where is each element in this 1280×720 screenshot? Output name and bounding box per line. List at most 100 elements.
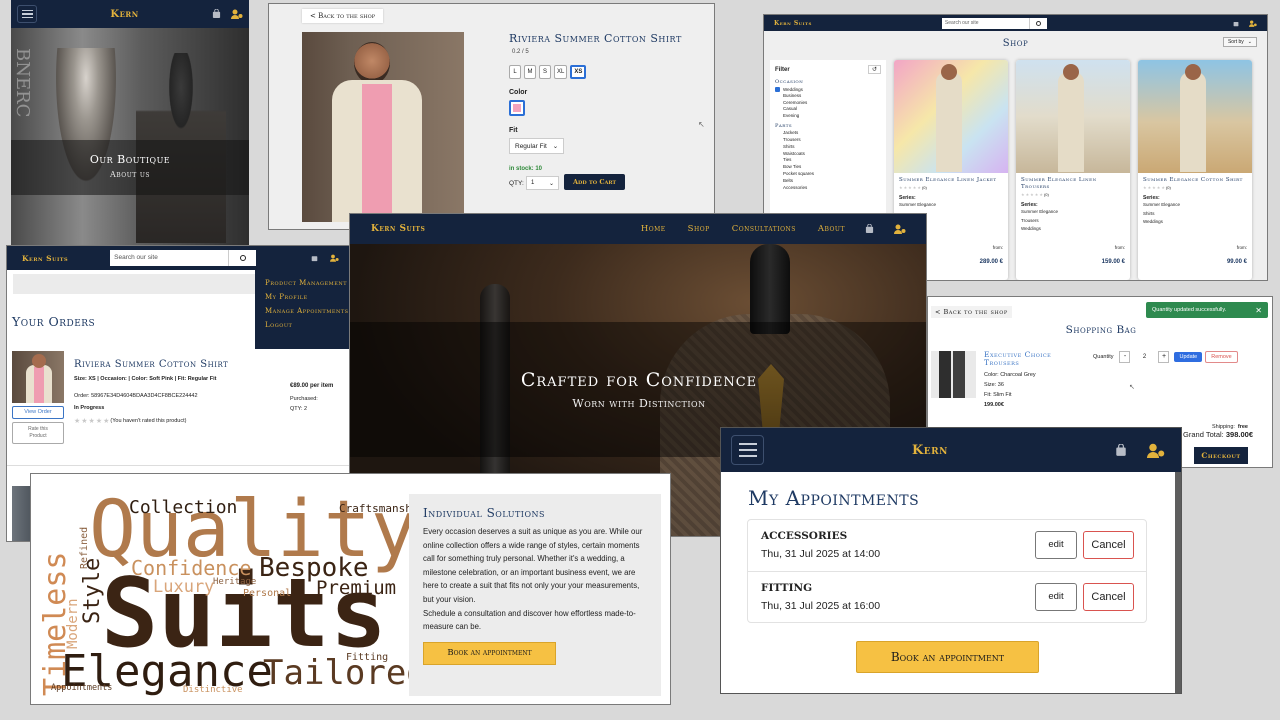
shopping-bag-icon[interactable] [311,254,318,262]
part-option[interactable]: Accessories [775,185,881,190]
part-option[interactable]: Waistcoats [775,151,881,156]
menu-icon[interactable] [17,5,37,23]
nav-link-consultations[interactable]: Consultations [732,224,796,234]
view-order-button[interactable]: View Order [12,406,64,419]
remove-button[interactable]: Remove [1205,351,1238,363]
product-card[interactable]: Summer Elegance Cotton Shirt ★★★★★ (0) Seri… [1138,60,1252,280]
product-card[interactable]: Summer Elegance Linen Trousers ★★★★★ (0) Se… [1016,60,1130,280]
sort-select[interactable]: Sort by ⌄ [1222,37,1257,47]
product-name: Riviera Summer Cotton Shirt [509,32,682,45]
product-rating: 0.2 / 5 [512,49,529,55]
brand-logo[interactable]: Kern Suits [371,224,425,234]
rate-product-button[interactable]: Rate this Product [12,422,64,444]
shopping-bag-icon[interactable] [212,9,221,19]
add-to-cart-button[interactable]: Add to Cart [564,174,626,190]
divider [7,465,355,466]
product-card-name[interactable]: Summer Elegance Linen Jacket [894,173,1008,184]
grand-total-row: Grand Total: 398.00€ [1182,430,1253,439]
user-gear-icon[interactable] [330,254,339,262]
search-button[interactable] [228,250,257,266]
back-to-shop-button[interactable]: < Back to the shop [302,9,384,23]
word-personal: Personal [243,588,291,599]
order-item-name[interactable]: Riviera Summer Cotton Shirt [74,359,228,370]
menu-icon[interactable] [731,435,764,465]
nav-link-shop[interactable]: Shop [688,224,710,234]
search-input[interactable]: Search our site [110,250,229,266]
search-input[interactable]: Search our site [941,17,1029,29]
part-option[interactable]: Trousers [775,137,881,142]
quantity-label: Quantity [1093,354,1114,360]
nav-link-about[interactable]: About [818,224,845,234]
back-to-shop-button[interactable]: < Back to the shop [931,306,1012,318]
part-option[interactable]: Jackets [775,130,881,135]
user-gear-icon[interactable] [1249,20,1257,27]
part-option[interactable]: Belts [775,178,881,183]
brand-logo[interactable]: Kern Suits [774,20,812,27]
bag-item-name[interactable]: Executive Choice Trousers [984,351,1069,367]
cancel-button[interactable]: Cancel [1083,583,1134,611]
size-option-m[interactable]: M [524,65,536,79]
book-appointment-button[interactable]: Book an appointment [856,641,1039,673]
appointment-date: Thu, 31 Jul 2025 at 14:00 [761,548,881,560]
product-card-name[interactable]: Summer Elegance Cotton Shirt [1138,173,1252,184]
brand-logo[interactable]: Kern [110,9,138,20]
product-price: 99.00 € [1226,259,1247,265]
edit-button[interactable]: edit [1035,583,1077,611]
occasion-option[interactable]: Ceremonies [775,100,881,105]
brand-logo[interactable]: Kern [912,443,948,458]
part-option[interactable]: Pocket squares [775,171,881,176]
occasion-option[interactable]: Weddings [775,86,881,92]
word-luxury: Luxury [153,577,214,597]
user-gear-icon[interactable] [231,9,243,19]
qty-select[interactable]: 1 ⌄ [526,176,559,190]
decrement-button[interactable]: - [1119,351,1131,363]
reset-icon[interactable]: ↺ [867,65,881,74]
search-button[interactable] [1028,17,1047,29]
fit-select[interactable]: Regular Fit ⌄ [509,138,565,154]
size-option-xl[interactable]: XL [554,65,568,79]
dropdown-item[interactable]: Product Management [265,279,347,287]
word-distinctive: Distinctive [183,685,243,695]
update-button[interactable]: Update [1174,352,1203,362]
part-option[interactable]: Ties [775,157,881,162]
part-option[interactable]: Shirts [775,144,881,149]
occasion-list: Weddings Business Ceremonies Casual Evening [775,86,881,118]
quantity-input[interactable]: 2 [1133,351,1155,363]
user-gear-icon[interactable] [894,224,906,234]
dropdown-item[interactable]: My Profile [265,293,347,301]
occasion-option[interactable]: Casual [775,106,881,111]
boutique-title: Our Boutique [89,153,171,166]
dropdown-item[interactable]: Manage Appointments [265,307,348,315]
close-icon[interactable]: ✕ [1255,306,1262,315]
shopping-bag-icon[interactable] [1233,20,1239,27]
order-status: In Progress [74,405,105,411]
size-option-s[interactable]: S [539,65,551,79]
occasion-option[interactable]: Business [775,93,881,98]
price-from: from: [992,245,1003,250]
checkbox-checked-icon[interactable] [775,86,780,92]
occasion-option[interactable]: Evening [775,113,881,118]
size-option-l[interactable]: L [509,65,521,79]
cancel-button[interactable]: Cancel [1083,531,1134,559]
shopping-bag-icon[interactable] [865,224,874,234]
dropdown-item[interactable]: Logout [265,321,347,329]
product-card-photo [894,60,1008,173]
edit-button[interactable]: edit [1035,531,1077,559]
about-us-link[interactable]: About us [11,170,249,179]
scrollbar[interactable] [1175,472,1181,693]
book-appointment-button[interactable]: Book an appointment [423,641,556,665]
color-swatch[interactable] [509,100,525,116]
size-option-xs[interactable]: XS [570,65,587,79]
part-option[interactable]: Bow Ties [775,164,881,169]
product-card-name[interactable]: Summer Elegance Linen Trousers [1016,173,1130,191]
user-gear-icon[interactable] [1147,443,1165,458]
shopping-bag-icon[interactable] [1115,443,1127,457]
nav-link-home[interactable]: Home [641,224,666,234]
mouse-cursor-icon: ↖ [698,120,705,129]
word-fitting: Fitting [346,652,388,663]
appointment-item: FITTING Thu, 31 Jul 2025 at 16:00 edit Canc… [748,571,1146,622]
increment-button[interactable]: + [1158,351,1170,363]
brand-logo[interactable]: Kern Suits [22,254,68,263]
occasion-label: Evening [783,112,800,118]
checkout-button[interactable]: Checkout [1194,447,1248,464]
